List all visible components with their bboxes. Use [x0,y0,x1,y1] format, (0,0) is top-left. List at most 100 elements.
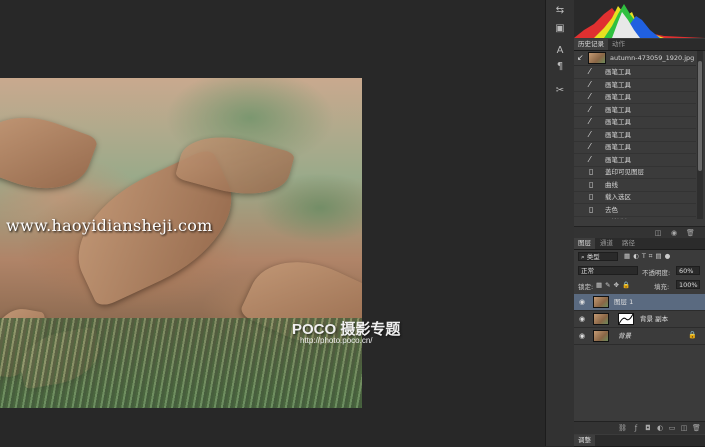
snapshot-thumbnail [588,52,606,64]
new-document-from-state-icon[interactable]: ◫ [654,229,662,237]
history-item[interactable]: ⁄ 画笔工具 [574,66,696,79]
eye-icon[interactable]: ◉ [579,315,587,323]
layer-row[interactable]: ◉ 图层 1 [574,294,705,311]
filter-kind-value: 类型 [586,253,600,261]
lock-icon: 🔒 [688,331,697,339]
site-watermark: www.haoyidiansheji.com [6,216,213,235]
adjust-icon[interactable]: ⇆ [552,4,568,18]
opacity-input[interactable]: 60% [676,266,700,275]
history-item[interactable]: ▯ 载入选区 [574,191,696,204]
layer-row[interactable]: ◉ 背景 副本 [574,311,705,328]
tab-history[interactable]: 历史记录 [574,39,608,50]
folder-icon[interactable]: ▭ [668,424,676,432]
lock-label: 锁定: [578,283,594,291]
doc-icon: ▯ [589,204,594,214]
history-item[interactable]: ▯ 曲线 [574,179,696,192]
history-item-label: 画笔工具 [605,105,631,114]
tab-actions[interactable]: 动作 [608,39,629,50]
history-item[interactable]: ⁄ 画笔工具 [574,129,696,142]
tab-layers[interactable]: 图层 [574,238,595,249]
layer-mask-thumbnail[interactable] [618,313,634,325]
layer-name: 背景 [618,332,631,340]
poco-url: http://photo.poco.cn/ [300,336,373,345]
history-item-label: 取消选择 [605,217,631,219]
layer-row[interactable]: ◉ 背景 🔒 [574,328,705,345]
brush-icon: ⁄ [589,67,591,76]
lock-icons[interactable]: ▦✎✥🔒 [596,281,633,289]
trash-icon[interactable]: 🗑 [692,424,701,432]
document-canvas[interactable]: www.haoyidiansheji.com POCO 摄影专题 http://… [0,0,545,446]
history-item[interactable]: ⁄ 画笔工具 [574,91,696,104]
curve-mask-icon [619,314,633,324]
adjustments-tabs: 调整 [574,435,705,447]
layer-thumbnail [593,330,609,342]
brush-icon: ⁄ [589,92,591,101]
history-item-label: 画笔工具 [605,118,631,126]
scroll-thumb[interactable] [698,61,702,171]
doc-icon: ▯ [589,167,594,176]
paragraph-icon[interactable]: ¶ [552,60,568,74]
layer-name: 背景 副本 [640,315,669,323]
history-scrollbar[interactable] [697,51,703,219]
history-item-label: 画笔工具 [605,155,631,164]
eye-icon[interactable]: ◉ [579,332,587,340]
opacity-label: 不透明度: [642,269,671,277]
history-item[interactable]: ▯ 盖印可见图层 [574,166,696,179]
brush-source-icon[interactable]: ↙ [577,54,587,62]
add-mask-icon[interactable]: ◘ [644,424,652,432]
history-item-label: 画笔工具 [605,143,631,151]
history-item-label: 盖印可见图层 [605,168,644,176]
adjustment-layer-icon[interactable]: ◐ [656,424,664,432]
brush-icon: ⁄ [589,142,591,151]
snapshot-name: autumn-473059_1920.jpg [610,54,695,62]
character-icon[interactable]: A [552,44,568,58]
history-item-label: 画笔工具 [605,130,631,139]
trash-icon[interactable]: 🗑 [686,229,695,237]
right-panels: 历史记录 动作 ↙ autumn-473059_1920.jpg ⁄ 画笔工具 ⁄ 画… [574,0,705,447]
history-item[interactable]: ⁄ 画笔工具 [574,79,696,92]
history-item[interactable]: ⁄ 画笔工具 [574,104,696,117]
doc-icon: ▯ [589,179,594,189]
layer-filter-select[interactable]: ⌕ 类型 [578,252,618,261]
history-item-label: 去色 [605,205,618,214]
histogram-panel [574,0,705,38]
eye-icon[interactable]: ◉ [579,298,587,306]
brush-icon: ⁄ [589,154,591,164]
history-item[interactable]: ▯ 取消选择 [574,216,696,220]
history-item[interactable]: ⁄ 画笔工具 [574,116,696,129]
history-item[interactable]: ▯ 去色 [574,204,696,217]
brush-icon: ⁄ [589,79,591,89]
history-item[interactable]: ⁄ 画笔工具 [574,154,696,167]
layer-name: 图层 1 [614,298,634,306]
tab-paths[interactable]: 路径 [618,238,639,249]
history-item-label: 画笔工具 [605,93,631,101]
layers-footer: ⛓ ƒ ◘ ◐ ▭ ◫ 🗑 [574,421,705,434]
properties-icon[interactable]: ▣ [552,22,568,36]
filter-icons[interactable]: ▦◐T⌗▤● [624,252,673,261]
history-item-label: 载入选区 [605,193,631,201]
history-item-label: 画笔工具 [605,80,631,89]
brush-icon: ⁄ [589,104,591,114]
snapshot-icon[interactable]: ◉ [670,229,678,237]
tab-channels[interactable]: 通道 [596,238,617,249]
history-item-label: 曲线 [605,180,618,189]
histogram-graph [574,0,705,38]
tab-adjustments[interactable]: 调整 [574,435,595,446]
fx-icon[interactable]: ƒ [632,424,640,432]
blend-mode-select[interactable]: 正常 [578,266,638,275]
panel-icon-strip: ⇆ ▣ A ¶ ✂ [545,0,575,446]
history-snapshot[interactable]: ↙ autumn-473059_1920.jpg [574,51,696,66]
history-item-label: 画笔工具 [605,68,631,76]
link-icon[interactable]: ⛓ [618,424,627,432]
tools-icon[interactable]: ✂ [552,84,568,98]
fill-input[interactable]: 100% [676,280,700,289]
brush-icon: ⁄ [589,129,591,139]
history-item[interactable]: ⁄ 画笔工具 [574,141,696,154]
doc-icon: ▯ [589,192,594,201]
new-layer-icon[interactable]: ◫ [680,424,688,432]
history-tabs: 历史记录 动作 [574,39,705,51]
layers-tabs: 图层 通道 路径 [574,238,705,250]
doc-icon: ▯ [589,218,599,220]
fill-label: 填充: [654,283,670,291]
photo-autumn-leaves[interactable] [0,78,362,408]
